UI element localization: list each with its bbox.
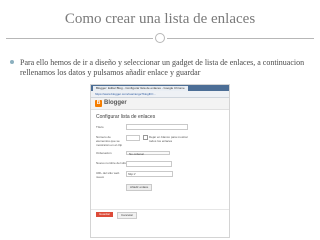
sort-label: Ordenación	[96, 151, 112, 155]
form-heading: Configurar lista de enlaces	[96, 114, 156, 120]
bullet-item: Para ello hemos de ir a diseño y selecci…	[10, 58, 314, 78]
new-site-name-input[interactable]	[126, 161, 172, 167]
sort-select[interactable]: No ordenar	[126, 151, 170, 156]
form-actions: Guardar Cancelar	[91, 209, 229, 219]
blogger-logo-icon: B	[95, 100, 102, 107]
add-link-button[interactable]: Añadir enlace	[126, 184, 153, 191]
max-items-label: Número de elementos que se mostrarán en …	[96, 135, 123, 147]
blogger-screenshot: Blogger: Editar Blog - Configurar lista …	[90, 84, 230, 238]
bullet-text: Para ello hemos de ir a diseño y selecci…	[20, 58, 305, 77]
slide-title: Como crear una lista de enlaces	[64, 11, 256, 27]
max-items-hint: Dejar en blanco para mostrar todos los e…	[149, 135, 188, 143]
new-site-name-label: Nuevo nombre del sitio	[96, 161, 127, 165]
blogger-header: B Blogger	[91, 98, 229, 110]
title-label: Título	[96, 125, 104, 129]
new-site-url-input[interactable]: http://	[126, 171, 173, 177]
blogger-brand: Blogger	[104, 100, 127, 106]
max-items-input[interactable]	[126, 135, 140, 141]
divider-ring-ornament	[155, 33, 165, 43]
bullet-dot-icon	[10, 60, 14, 64]
cancel-button[interactable]: Cancelar	[117, 212, 138, 219]
title-divider-right	[167, 38, 314, 39]
max-items-checkbox[interactable]	[143, 135, 148, 140]
save-button[interactable]: Guardar	[96, 212, 114, 217]
browser-url[interactable]: https://www.blogger.com/rearrange?blogID…	[95, 92, 156, 96]
browser-address-bar[interactable]: https://www.blogger.com/rearrange?blogID…	[91, 91, 229, 98]
title-divider-left	[6, 38, 153, 39]
title-input[interactable]	[126, 124, 188, 130]
new-site-url-label: URL del sitio web nuevo	[96, 171, 120, 179]
